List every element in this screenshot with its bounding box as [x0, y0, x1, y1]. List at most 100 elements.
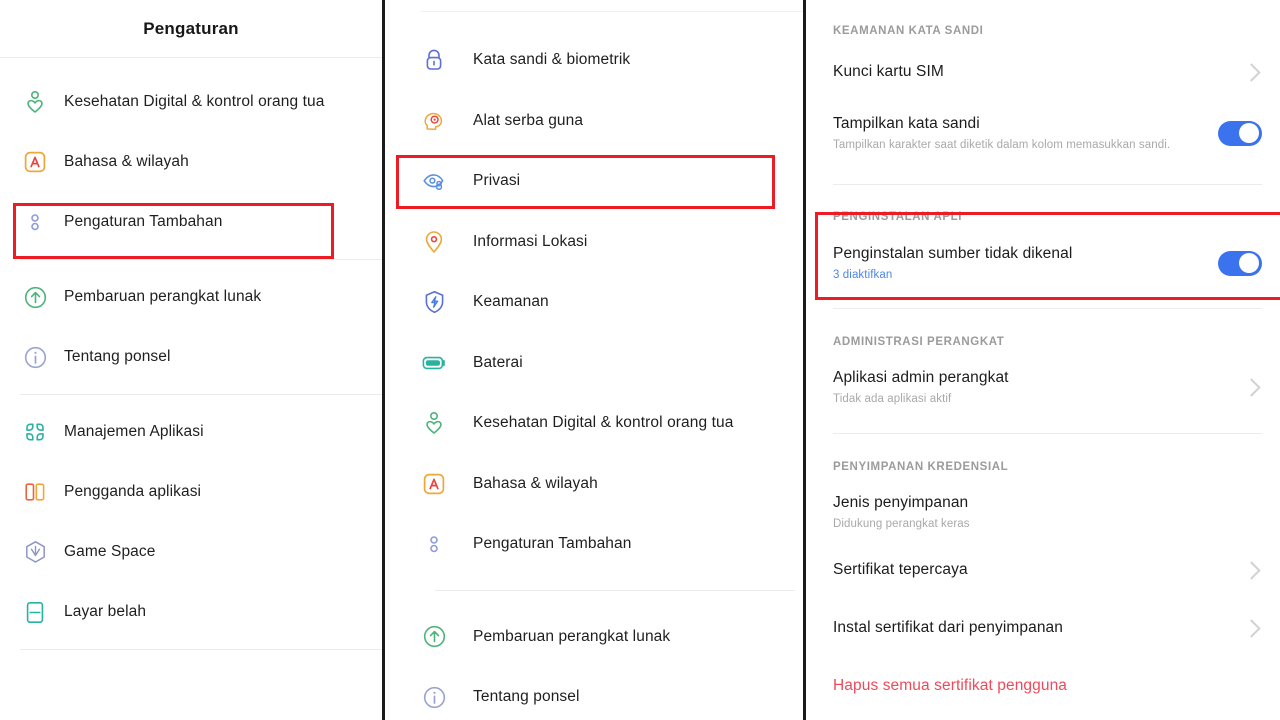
- sidebar-item-label: Bahasa & wilayah: [473, 475, 598, 493]
- sidebar-item-password-biometrics[interactable]: Kata sandi & biometrik: [385, 30, 803, 91]
- privacy-settings-panel-right: KEAMANAN KATA SANDI Kunci kartu SIM Tamp…: [806, 0, 1280, 720]
- chevron-right-icon: [1242, 619, 1260, 637]
- section-header-device-administration: ADMINISTRASI PERANGKAT: [806, 335, 1280, 349]
- sidebar-item-label: Pembaruan perangkat lunak: [473, 628, 670, 646]
- row-clear-all-user-certificates[interactable]: Hapus semua sertifikat pengguna: [806, 664, 1280, 708]
- digital-wellbeing-icon: [16, 90, 54, 114]
- row-texts: Hapus semua sertifikat pengguna: [833, 676, 1067, 696]
- sidebar-item-software-update[interactable]: Pembaruan perangkat lunak: [0, 267, 382, 327]
- row-title: Instal sertifikat dari penyimpanan: [833, 618, 1063, 638]
- sidebar-item-additional-settings[interactable]: Pengaturan Tambahan: [385, 514, 803, 575]
- page-title: Pengaturan: [143, 19, 239, 39]
- section-header-credential-storage: PENYIMPANAN KREDENSIAL: [806, 460, 1280, 474]
- section-header-password-security: KEAMANAN KATA SANDI: [806, 24, 1280, 38]
- security-shield-icon: [415, 290, 453, 314]
- sidebar-item-additional-settings[interactable]: Pengaturan Tambahan: [0, 192, 382, 252]
- sidebar-item-app-management[interactable]: Manajemen Aplikasi: [0, 402, 382, 462]
- sidebar-item-app-cloner[interactable]: Pengganda aplikasi: [0, 462, 382, 522]
- chevron-right-icon: [1242, 378, 1260, 396]
- sidebar-item-label: Kata sandi & biometrik: [473, 51, 630, 69]
- sidebar-item-label: Pembaruan perangkat lunak: [64, 288, 261, 306]
- left-panel-header: Pengaturan: [0, 0, 382, 58]
- settings-panel-left: Pengaturan Kesehatan Digital & kontrol o…: [0, 0, 382, 720]
- app-cloner-icon: [16, 481, 54, 503]
- sidebar-item-location-info[interactable]: Informasi Lokasi: [385, 212, 803, 273]
- toggle-knob: [1239, 123, 1259, 143]
- toggle-unknown-sources[interactable]: [1218, 251, 1262, 276]
- row-title: Aplikasi admin perangkat: [833, 368, 1009, 388]
- row-storage-type[interactable]: Jenis penyimpanan Didukung perangkat ker…: [806, 484, 1280, 540]
- sidebar-item-label: Alat serba guna: [473, 112, 583, 130]
- row-title-danger: Hapus semua sertifikat pengguna: [833, 676, 1067, 696]
- row-device-admin-apps[interactable]: Aplikasi admin perangkat Tidak ada aplik…: [806, 359, 1280, 415]
- sidebar-item-about-phone[interactable]: Tentang ponsel: [385, 667, 803, 720]
- software-update-icon: [415, 625, 453, 648]
- about-phone-icon: [16, 346, 54, 369]
- row-texts: Penginstalan sumber tidak dikenal 3 diak…: [833, 244, 1072, 283]
- three-panel-screenshot: Pengaturan Kesehatan Digital & kontrol o…: [0, 0, 1280, 720]
- sidebar-item-digital-wellbeing[interactable]: Kesehatan Digital & kontrol orang tua: [0, 72, 382, 132]
- row-title: Penginstalan sumber tidak dikenal: [833, 244, 1072, 264]
- row-title: Sertifikat tepercaya: [833, 560, 968, 580]
- left-list-group-2: Pembaruan perangkat lunak Tentang ponsel: [0, 267, 382, 387]
- row-texts: Kunci kartu SIM: [833, 62, 944, 82]
- sidebar-item-label: Manajemen Aplikasi: [64, 423, 204, 441]
- sidebar-item-software-update[interactable]: Pembaruan perangkat lunak: [385, 607, 803, 668]
- language-region-icon: [415, 473, 453, 495]
- sidebar-item-label: Pengaturan Tambahan: [473, 535, 631, 553]
- sidebar-item-label: Bahasa & wilayah: [64, 153, 189, 171]
- sidebar-item-security[interactable]: Keamanan: [385, 272, 803, 333]
- row-texts: Sertifikat tepercaya: [833, 560, 968, 580]
- spacer: [0, 58, 382, 72]
- section-header-app-installation: PENGINSTALAN APLI: [806, 210, 1280, 224]
- row-subtitle: Didukung perangkat keras: [833, 516, 970, 532]
- row-texts: Instal sertifikat dari penyimpanan: [833, 618, 1063, 638]
- row-sim-card-lock[interactable]: Kunci kartu SIM: [806, 50, 1280, 94]
- spacer: [0, 252, 382, 259]
- sidebar-item-label: Tentang ponsel: [64, 348, 171, 366]
- spacer: [0, 395, 382, 402]
- row-unknown-sources-install[interactable]: Penginstalan sumber tidak dikenal 3 diak…: [806, 234, 1280, 292]
- row-subtitle-link[interactable]: 3 diaktifkan: [833, 267, 1072, 283]
- row-trusted-certificates[interactable]: Sertifikat tepercaya: [806, 546, 1280, 594]
- toggle-knob: [1239, 253, 1259, 273]
- sidebar-item-language-region[interactable]: Bahasa & wilayah: [0, 132, 382, 192]
- sidebar-item-about-phone[interactable]: Tentang ponsel: [0, 327, 382, 387]
- sidebar-item-label: Tentang ponsel: [473, 688, 580, 706]
- sidebar-item-label: Kesehatan Digital & kontrol orang tua: [64, 93, 324, 111]
- sidebar-item-language-region[interactable]: Bahasa & wilayah: [385, 454, 803, 515]
- spacer: [0, 642, 382, 649]
- row-subtitle: Tidak ada aplikasi aktif: [833, 391, 1009, 407]
- sidebar-item-battery[interactable]: Baterai: [385, 333, 803, 394]
- sidebar-item-privacy[interactable]: Privasi: [385, 151, 803, 212]
- software-update-icon: [16, 286, 54, 309]
- spacer: [0, 387, 382, 394]
- additional-settings-icon: [16, 210, 54, 234]
- row-title: Tampilkan kata sandi: [833, 114, 1170, 134]
- sidebar-item-label: Keamanan: [473, 293, 549, 311]
- convenience-tools-icon: [415, 109, 453, 132]
- chevron-right-icon: [1242, 63, 1260, 81]
- toggle-show-passwords[interactable]: [1218, 121, 1262, 146]
- sidebar-item-digital-wellbeing[interactable]: Kesehatan Digital & kontrol orang tua: [385, 393, 803, 454]
- left-list-group-3: Manajemen Aplikasi Pengganda aplikasi: [0, 402, 382, 642]
- divider: [20, 649, 382, 650]
- left-list-group-1: Kesehatan Digital & kontrol orang tua Ba…: [0, 72, 382, 252]
- row-texts: Tampilkan kata sandi Tampilkan karakter …: [833, 114, 1170, 153]
- game-space-icon: [16, 540, 54, 564]
- sidebar-item-label: Game Space: [64, 543, 155, 561]
- split-screen-icon: [16, 601, 54, 624]
- sidebar-item-split-screen[interactable]: Layar belah: [0, 582, 382, 642]
- sidebar-item-label: Baterai: [473, 354, 523, 372]
- battery-icon: [415, 355, 453, 371]
- sidebar-item-convenience-tools[interactable]: Alat serba guna: [385, 91, 803, 152]
- app-management-icon: [16, 421, 54, 443]
- sidebar-item-label: Pengaturan Tambahan: [64, 213, 222, 231]
- about-phone-icon: [415, 686, 453, 709]
- row-install-certificate-from-storage[interactable]: Instal sertifikat dari penyimpanan: [806, 604, 1280, 652]
- sidebar-item-game-space[interactable]: Game Space: [0, 522, 382, 582]
- chevron-right-icon: [1242, 561, 1260, 579]
- row-title: Jenis penyimpanan: [833, 493, 970, 513]
- row-show-passwords[interactable]: Tampilkan kata sandi Tampilkan karakter …: [806, 102, 1280, 164]
- sidebar-item-label: Layar belah: [64, 603, 146, 621]
